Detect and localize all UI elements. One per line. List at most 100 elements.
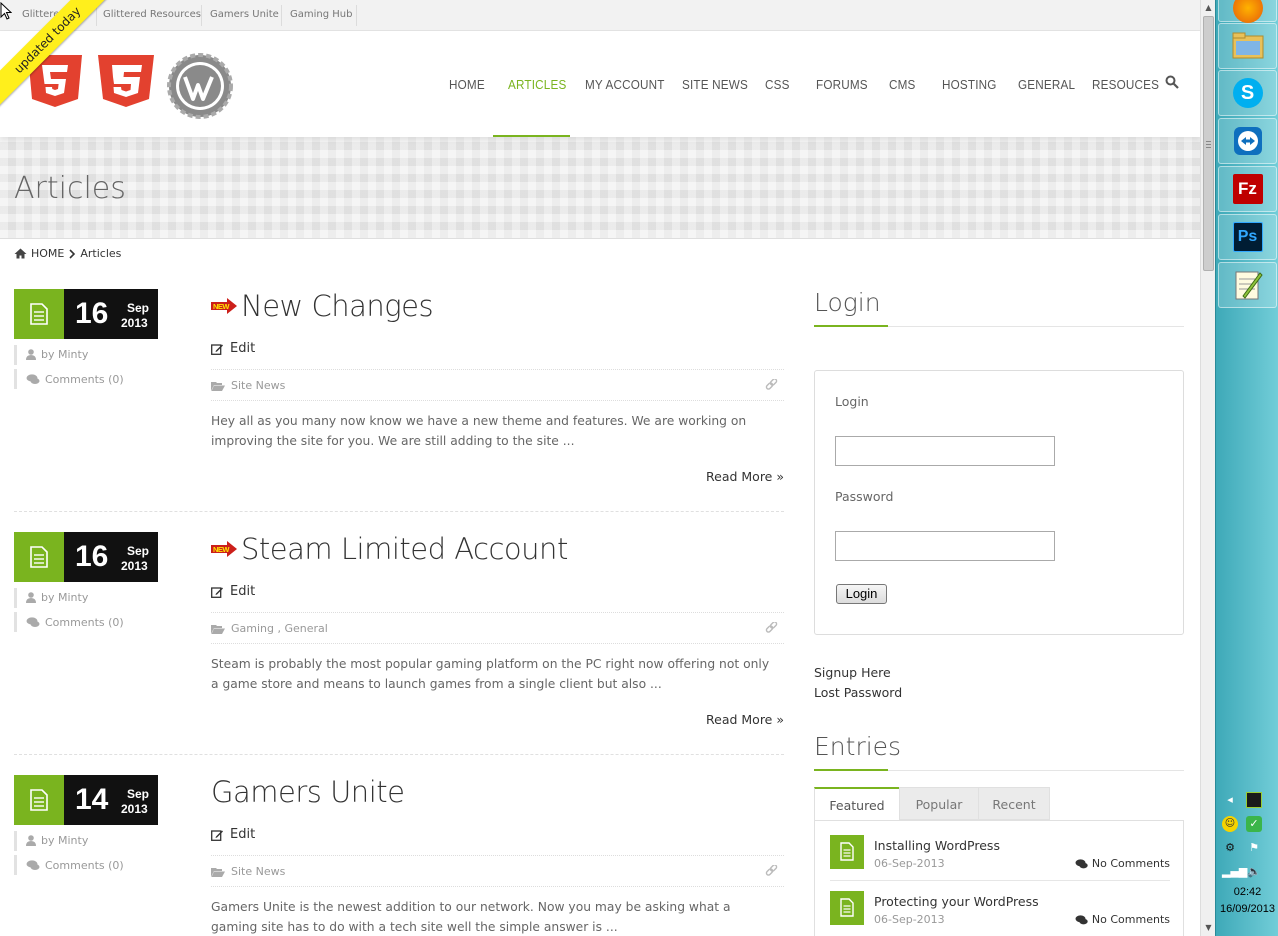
post-comments-text[interactable]: Comments (0): [45, 859, 124, 872]
edit-link[interactable]: Edit: [211, 584, 255, 599]
post-date: 16 Sep 2013: [64, 289, 158, 339]
post-title[interactable]: NEW New Changes: [211, 289, 434, 323]
edit-link-text[interactable]: Edit: [230, 827, 255, 842]
svg-text:NEW: NEW: [213, 545, 230, 554]
login-username-input[interactable]: [835, 436, 1055, 466]
firefox-icon: [1232, 0, 1263, 23]
top-link-glittered-resources[interactable]: Glittered Resources: [103, 9, 201, 20]
login-button[interactable]: Login: [836, 584, 887, 604]
signup-link[interactable]: Signup Here: [814, 665, 891, 680]
post-categories: Gaming , General: [211, 622, 328, 635]
nav-site-news[interactable]: SITE NEWS: [682, 77, 748, 92]
scrollbar-thumb[interactable]: [1203, 16, 1214, 271]
post-comments: Comments (0): [26, 616, 124, 629]
list-item[interactable]: Protecting your WordPress 06-Sep-2013 No…: [830, 891, 1170, 936]
nav-hosting[interactable]: HOSTING: [942, 77, 997, 92]
post-author-text[interactable]: by Minty: [41, 591, 88, 604]
nav-resouces[interactable]: RESOUCES: [1092, 77, 1159, 92]
folder-open-icon: [211, 624, 225, 634]
tray-volume-icon[interactable]: 🔈: [1246, 864, 1262, 880]
taskbar-skype[interactable]: S: [1218, 70, 1277, 116]
entry-title[interactable]: Protecting your WordPress: [874, 894, 1039, 909]
taskbar-photoshop[interactable]: Ps: [1218, 214, 1277, 260]
post-author-text[interactable]: by Minty: [41, 834, 88, 847]
vertical-scrollbar[interactable]: ▲ ▼: [1200, 0, 1215, 936]
page-title: Articles: [14, 171, 126, 206]
taskbar-teamviewer[interactable]: [1218, 118, 1277, 164]
tray-action-center-flag-icon[interactable]: ⚑: [1246, 840, 1262, 856]
scroll-up-arrow-icon[interactable]: ▲: [1201, 0, 1216, 16]
post-comments-text[interactable]: Comments (0): [45, 616, 124, 629]
nav-general[interactable]: GENERAL: [1018, 77, 1075, 92]
post-excerpt: Gamers Unite is the newest addition to o…: [211, 900, 731, 934]
new-badge-icon: NEW: [211, 298, 237, 314]
post-author: by Minty: [26, 348, 88, 361]
post-title[interactable]: Gamers Unite: [211, 775, 405, 809]
tab-recent[interactable]: Recent: [978, 787, 1050, 820]
post-article: 16 Sep 2013 by Minty Comments (0) NEW St…: [14, 532, 784, 742]
clock-date[interactable]: 16/09/2013: [1216, 903, 1278, 915]
nav-forums[interactable]: FORUMS: [816, 77, 868, 92]
post-date-day: 16: [75, 540, 109, 573]
nav-cms[interactable]: CMS: [889, 77, 916, 92]
lost-password-link[interactable]: Lost Password: [814, 685, 902, 700]
read-more-link[interactable]: Read More »: [706, 712, 784, 727]
list-item[interactable]: Installing WordPress 06-Sep-2013 No Comm…: [830, 835, 1170, 885]
taskbar-notepad-plus-plus[interactable]: [1218, 262, 1277, 308]
entry-title[interactable]: Installing WordPress: [874, 838, 1000, 853]
taskbar-filezilla[interactable]: Fz: [1218, 166, 1277, 212]
nav-active-indicator: [493, 135, 570, 137]
nav-articles[interactable]: ARTICLES: [508, 77, 566, 92]
read-more-link[interactable]: Read More »: [706, 469, 784, 484]
post-category-link[interactable]: Site News: [231, 379, 285, 392]
post-title-text[interactable]: Steam Limited Account: [241, 532, 568, 566]
taskbar-file-explorer[interactable]: [1218, 23, 1277, 69]
post-categories-row: Site News: [211, 369, 784, 401]
edit-link-text[interactable]: Edit: [230, 584, 255, 599]
post-title-text[interactable]: Gamers Unite: [211, 775, 405, 809]
post-author-text[interactable]: by Minty: [41, 348, 88, 361]
search-icon[interactable]: [1165, 75, 1179, 89]
taskbar-firefox[interactable]: [1218, 0, 1277, 23]
entry-comments-text[interactable]: No Comments: [1092, 857, 1170, 870]
tray-security-icon[interactable]: ✓: [1246, 816, 1262, 832]
post-category-link[interactable]: Site News: [231, 865, 285, 878]
top-link-gaming-hub[interactable]: Gaming Hub: [290, 9, 352, 20]
chevron-right-icon: [69, 248, 76, 259]
breadcrumb-home[interactable]: HOME: [31, 247, 64, 260]
edit-link-text[interactable]: Edit: [230, 341, 255, 356]
tray-steam-icon[interactable]: ⚙: [1222, 840, 1238, 856]
edit-link[interactable]: Edit: [211, 827, 255, 842]
tray-smiley-icon[interactable]: ☺: [1222, 816, 1238, 832]
entry-comments[interactable]: No Comments: [1075, 857, 1170, 870]
entry-comments[interactable]: No Comments: [1075, 913, 1170, 926]
tab-popular[interactable]: Popular: [899, 787, 979, 820]
nav-home[interactable]: HOME: [449, 77, 485, 92]
post-title-text[interactable]: New Changes: [241, 289, 434, 323]
permalink-icon[interactable]: [765, 622, 778, 635]
folder-open-icon: [211, 381, 225, 391]
post-category-link[interactable]: Gaming , General: [231, 622, 328, 635]
permalink-icon[interactable]: [765, 379, 778, 392]
top-link-gamers-unite[interactable]: Gamers Unite: [210, 9, 279, 20]
scroll-down-arrow-icon[interactable]: ▼: [1201, 920, 1216, 936]
post-categories: Site News: [211, 379, 285, 392]
document-icon: [30, 303, 48, 325]
edit-link[interactable]: Edit: [211, 341, 255, 356]
tab-featured[interactable]: Featured: [814, 787, 900, 821]
clock-time[interactable]: 02:42: [1216, 886, 1278, 898]
post-title[interactable]: NEW Steam Limited Account: [211, 532, 568, 566]
tray-network-icon[interactable]: ▂▄▆: [1222, 864, 1247, 880]
tray-expand-icon[interactable]: ◂: [1222, 792, 1238, 808]
nav-css[interactable]: CSS: [765, 77, 790, 92]
svg-text:NEW: NEW: [213, 302, 230, 311]
login-password-input[interactable]: [835, 531, 1055, 561]
entry-comments-text[interactable]: No Comments: [1092, 913, 1170, 926]
user-icon: [26, 349, 36, 360]
windows-taskbar: S Fz Ps ◂ ☺ ✓ ⚙ ⚑ ▂▄▆ 🔈 02:42 16/09/2013: [1215, 0, 1278, 936]
nav-my-account[interactable]: MY ACCOUNT: [585, 77, 665, 92]
post-comments-text[interactable]: Comments (0): [45, 373, 124, 386]
permalink-icon[interactable]: [765, 865, 778, 878]
comments-icon: [26, 374, 40, 384]
tray-nvidia-icon[interactable]: [1246, 792, 1262, 808]
